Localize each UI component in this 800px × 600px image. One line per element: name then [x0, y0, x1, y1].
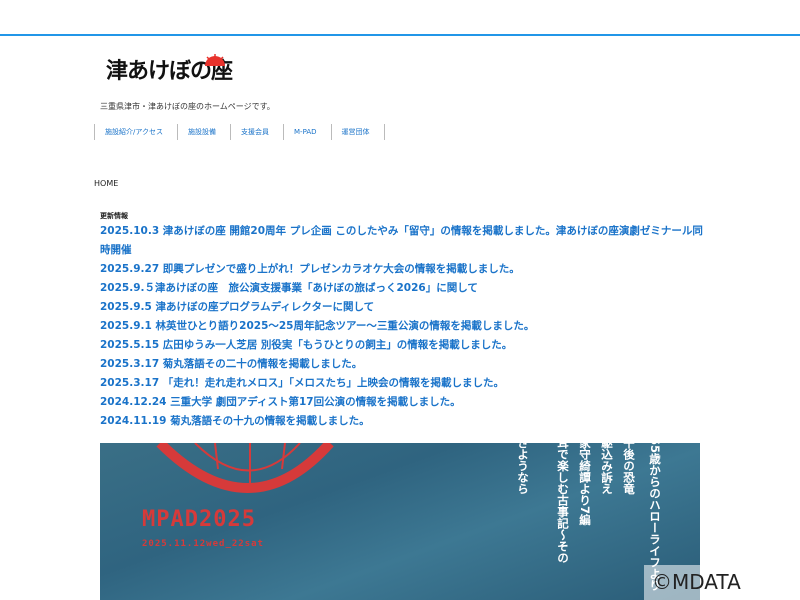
banner-program-3: 駆込み訴え [600, 443, 614, 495]
nav-item-mpad[interactable]: M-PAD [284, 124, 332, 140]
global-nav: 施設紹介/アクセス 施設設備 支援会員 M-PAD 運営団体 [94, 124, 385, 140]
news-item[interactable]: 2024.11.19 菊丸落語その十九の情報を掲載しました。 [100, 412, 704, 431]
news-item[interactable]: 2025.5.15 広田ゆうみ一人芝居 別役実「もうひとりの飼主」の情報を掲載し… [100, 336, 704, 355]
news-item[interactable]: 2025.10.3 津あけぼの座 開館20周年 プレ企画 このしたやみ「留守」の… [100, 222, 704, 260]
nav-item-facility-equipment[interactable]: 施設設備 [178, 124, 232, 140]
news-item[interactable]: 2025.3.17 菊丸落語その二十の情報を掲載しました。 [100, 355, 704, 374]
news-item[interactable]: 2025.9.５津あけぼの座 旅公演支援事業「あけぼの旅ばっく2026」に関して [100, 279, 704, 298]
banner-program-4: 家守綺譚より7編 [578, 443, 592, 526]
banner-title: MPAD2025 [142, 507, 256, 532]
banner-program-5: 耳で楽しむ古事記～その [556, 443, 570, 564]
top-accent-bar [0, 34, 800, 36]
nav-item-organization[interactable]: 運営団体 [332, 124, 385, 140]
news-heading: 更新情報 [100, 212, 128, 220]
sunrise-icon [205, 54, 225, 66]
copyright-watermark: ©MDATA [644, 565, 800, 600]
banner-program-2: 午後の恐竜 [622, 443, 636, 495]
news-item[interactable]: 2024.12.24 三重大学 劇団アディスト第17回公演の情報を掲載しました。 [100, 393, 704, 412]
banner-dates: 2025.11.12wed_22sat [142, 539, 264, 549]
news-list: 2025.10.3 津あけぼの座 開館20周年 プレ企画 このしたやみ「留守」の… [100, 222, 704, 431]
news-item[interactable]: 2025.9.1 林英世ひとり語り2025～25周年記念ツアー～三重公演の情報を… [100, 317, 704, 336]
news-item[interactable]: 2025.9.27 即興プレゼンで盛り上がれ！プレゼンカラオケ大会の情報を掲載し… [100, 260, 704, 279]
site-logo[interactable]: 津あけぼの座 [106, 54, 233, 86]
news-item[interactable]: 2025.3.17 「走れ！走れ走れメロス」「メロスたち」上映会の情報を掲載しま… [100, 374, 704, 393]
banner-program-6: さようなら [516, 443, 530, 495]
news-item[interactable]: 2025.9.5 津あけぼの座プログラムディレクターに関して [100, 298, 704, 317]
nav-item-facility-access[interactable]: 施設紹介/アクセス [95, 124, 179, 140]
site-tagline: 三重県津市・津あけぼの座のホームページです。 [100, 102, 275, 111]
breadcrumb[interactable]: HOME [94, 179, 118, 188]
nav-item-supporters[interactable]: 支援会員 [231, 124, 285, 140]
mpad-banner[interactable]: MPAD2025 2025.11.12wed_22sat 55歳からのハローライ… [100, 443, 700, 600]
